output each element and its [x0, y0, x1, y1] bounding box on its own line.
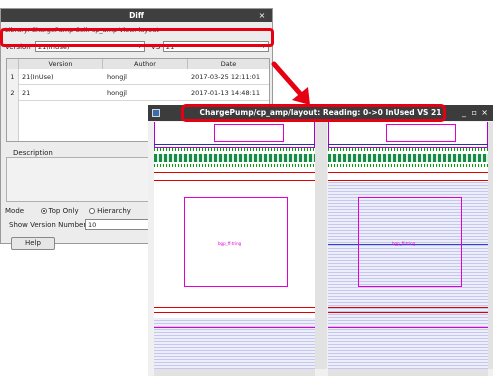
- minimize-icon[interactable]: _: [462, 105, 466, 121]
- red-wire: [328, 312, 488, 313]
- via-row: [154, 148, 315, 151]
- mode-label: Mode: [5, 207, 25, 215]
- close-icon[interactable]: ×: [481, 105, 488, 121]
- row-number: 2: [7, 85, 19, 101]
- row-number: 1: [7, 69, 19, 85]
- red-wire: [154, 172, 315, 173]
- red-wire: [328, 172, 488, 173]
- via-row: [328, 164, 488, 167]
- metal-line: [154, 144, 315, 145]
- help-button[interactable]: Help: [11, 237, 55, 250]
- table-header-author[interactable]: Author: [103, 59, 188, 69]
- via-row: [328, 148, 488, 151]
- close-icon[interactable]: ×: [257, 9, 267, 22]
- version-highlight-box: [0, 28, 274, 47]
- table-row[interactable]: 2 21 hongjl 2017-01-13 14:48:11: [7, 85, 269, 101]
- magenta-wire: [154, 327, 315, 328]
- mode-row: Mode Top Only Hierarchy: [5, 207, 131, 217]
- row-header-strip: [7, 101, 19, 141]
- radio-top-only-label[interactable]: Top Only: [49, 207, 79, 215]
- row-author: hongjl: [107, 73, 127, 81]
- radio-top-only[interactable]: [40, 208, 47, 214]
- layout-canvas-right[interactable]: bgp_ff-tring: [328, 122, 488, 369]
- scrollbar-horizontal-left[interactable]: [154, 369, 315, 376]
- table-header-version[interactable]: Version: [19, 59, 103, 69]
- top-subcell: [214, 124, 284, 142]
- scrollbar-vertical-middle[interactable]: [319, 122, 327, 369]
- show-version-label: Show Version Number: [9, 221, 87, 229]
- red-wire: [154, 180, 315, 181]
- layout-canvas-left[interactable]: bgp_ff-tring: [154, 122, 315, 369]
- cell-label-right: bgp_ff-tring: [392, 241, 416, 246]
- row-date: 2017-03-25 12:11:01: [191, 73, 261, 81]
- red-wire: [328, 180, 488, 181]
- layout-window: ChargePump/cp_amp/layout: Reading: 0->0 …: [148, 104, 493, 376]
- top-subcell: [386, 124, 456, 142]
- radio-hierarchy[interactable]: [89, 208, 96, 214]
- table-row[interactable]: 1 21(InUse) hongjl 2017-03-25 12:11:01: [7, 69, 269, 85]
- cell-label-left: bgp_ff-tring: [218, 241, 242, 246]
- scrollbar-horizontal-right[interactable]: [328, 369, 488, 376]
- show-version-input[interactable]: 10: [85, 219, 153, 230]
- radio-hierarchy-label[interactable]: Hierarchy: [97, 207, 131, 215]
- metal-line: [328, 144, 488, 145]
- title-highlight-box: [181, 104, 446, 122]
- row-version: 21: [22, 89, 31, 97]
- red-wire: [328, 307, 488, 308]
- poly-hatch: [154, 318, 315, 369]
- red-wire: [154, 312, 315, 313]
- magenta-wire: [328, 327, 488, 328]
- diffusion-stripe: [328, 154, 488, 162]
- scrollbar-vertical-right[interactable]: [488, 122, 493, 369]
- red-wire: [154, 307, 315, 308]
- table-header-index: [7, 59, 19, 69]
- maximize-icon[interactable]: ▫: [472, 105, 477, 121]
- row-date: 2017-01-13 14:48:11: [191, 89, 261, 97]
- dialog-title: Diff: [1, 9, 272, 22]
- row-version: 21(InUse): [22, 73, 54, 81]
- row-author: hongjl: [107, 89, 127, 97]
- red-arrow: [271, 61, 310, 105]
- via-row: [154, 164, 315, 167]
- diffusion-stripe: [154, 154, 315, 162]
- table-header-date[interactable]: Date: [188, 59, 269, 69]
- description-label: Description: [13, 149, 53, 157]
- app-icon: [152, 109, 160, 117]
